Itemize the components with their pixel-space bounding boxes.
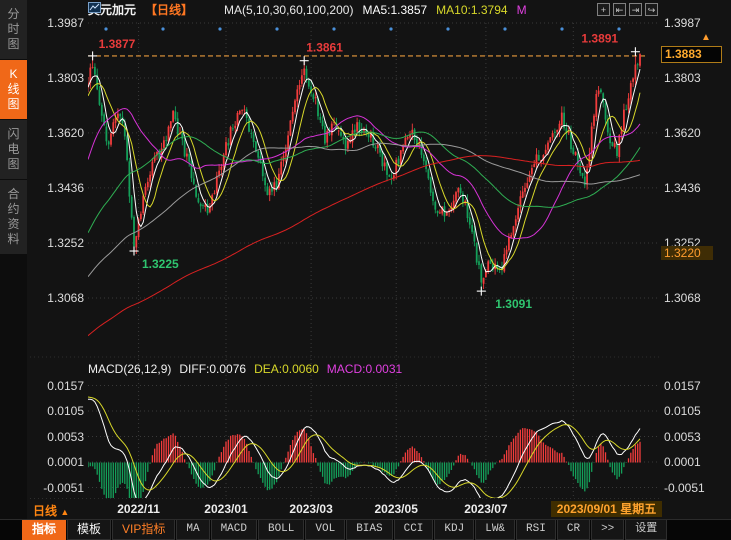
- candles: [87, 52, 641, 291]
- macd-macd-value: MACD:0.0031: [327, 362, 402, 376]
- period-selector[interactable]: 日线 ▲: [33, 502, 69, 519]
- toolbar-button-vol[interactable]: VOL: [305, 520, 345, 540]
- toolbar-button-boll[interactable]: BOLL: [258, 520, 304, 540]
- header-icon-buttons: +⇤⇥↪: [597, 3, 658, 16]
- sidebar-item-flash-chart[interactable]: 闪电图: [0, 120, 27, 179]
- chart-header: 美元加元 【日线】 MA(5,10,30,60,100,200) MA5:1.3…: [88, 2, 527, 17]
- sidebar-item-kline-chart[interactable]: K线图: [0, 60, 27, 119]
- current-price-badge: 1.3883: [661, 46, 722, 63]
- macd-dea-value: DEA:0.0060: [254, 362, 319, 376]
- current-date-badge: 2023/09/01 星期五: [551, 501, 662, 517]
- macd-title: MACD(26,12,9): [88, 362, 171, 376]
- toolbar-button-more[interactable]: >>: [591, 520, 624, 540]
- toolbar-button-lwr[interactable]: LW&: [475, 520, 515, 540]
- pan-crosshair-icon[interactable]: +: [597, 3, 610, 16]
- triangle-up-icon: ▲: [60, 507, 69, 517]
- macd-histogram: [88, 397, 640, 517]
- toolbar-button-rsi[interactable]: RSI: [516, 520, 556, 540]
- view-prev-icon[interactable]: ⇤: [613, 3, 626, 16]
- toolbar-button-kdj[interactable]: KDJ: [434, 520, 474, 540]
- toolbar-button-bias[interactable]: BIAS: [346, 520, 392, 540]
- period-tag: 【日线】: [145, 2, 193, 17]
- ma5-value: MA5:1.3857: [362, 3, 427, 17]
- chart-canvas[interactable]: 1.3877 1.3861 1.3891 1.3225 1.3091: [0, 0, 731, 540]
- high-annotation: 1.3891: [581, 32, 618, 46]
- ma10-value: MA10:1.3794: [436, 3, 507, 17]
- toolbar-button-cr[interactable]: CR: [557, 520, 590, 540]
- high-annotation: 1.3877: [99, 37, 136, 51]
- toolbar-button-templates[interactable]: 模板: [67, 520, 111, 540]
- chart-type-sidebar: 分时图K线图闪电图合约资料: [0, 0, 27, 540]
- macd-header: MACD(26,12,9) DIFF:0.0076 DEA:0.0060 MAC…: [88, 362, 402, 376]
- low-annotation: 1.3091: [495, 297, 532, 311]
- indicator-toolbar: 指标模板VIP指标MAMACDBOLLVOLBIASCCIKDJLW&RSICR…: [0, 519, 731, 540]
- sidebar-item-timeshare-chart[interactable]: 分时图: [0, 0, 27, 59]
- view-next-icon[interactable]: ⇥: [629, 3, 642, 16]
- ma-lines: [88, 69, 640, 336]
- line-chart-icon: [202, 4, 215, 15]
- toolbar-button-ma[interactable]: MA: [176, 520, 209, 540]
- toolbar-button-settings[interactable]: 设置: [625, 520, 667, 540]
- low-annotation: 1.3225: [142, 257, 179, 271]
- high-annotation: 1.3861: [306, 41, 343, 55]
- toolbar-button-macd[interactable]: MACD: [211, 520, 257, 540]
- ma-settings-label: MA(5,10,30,60,100,200): [224, 3, 353, 17]
- toolbar-button-cci[interactable]: CCI: [394, 520, 434, 540]
- ma30-value-truncated: M: [517, 3, 527, 17]
- macd-diff-value: DIFF:0.0076: [179, 362, 246, 376]
- sidebar-item-contract-info[interactable]: 合约资料: [0, 180, 27, 254]
- toolbar-button-vip-indicators[interactable]: VIP指标: [112, 520, 175, 540]
- toolbar-button-indicators[interactable]: 指标: [22, 520, 66, 540]
- marker-price-badge: 1.3220: [661, 246, 713, 260]
- exit-view-icon[interactable]: ↪: [645, 3, 658, 16]
- price-up-arrow-icon: ▲: [701, 32, 711, 43]
